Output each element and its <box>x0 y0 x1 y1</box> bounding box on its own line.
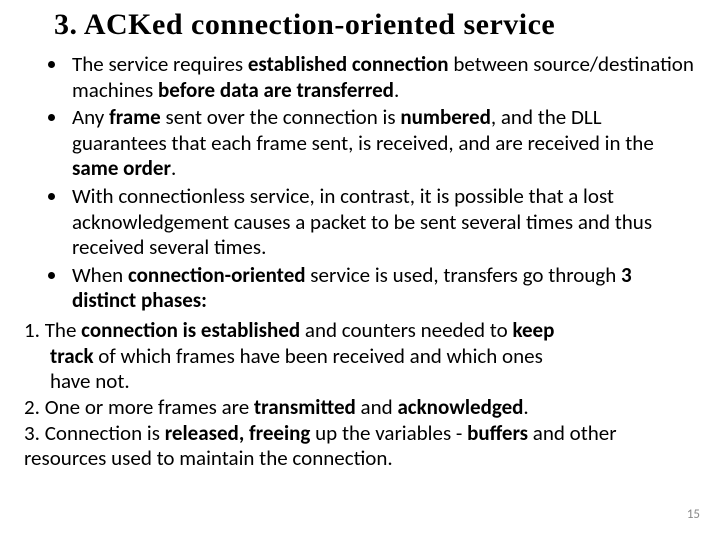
bullet-item: With connectionless service, in contrast… <box>68 184 700 263</box>
phase-list: 1. The connection is established and cou… <box>24 318 700 472</box>
bullet-item: The service requires established connect… <box>68 52 700 105</box>
phase-item: 2. One or more frames are transmitted an… <box>24 395 700 421</box>
phase-item: 3. Connection is released, freeing up th… <box>24 421 700 472</box>
bullet-list: The service requires established connect… <box>40 52 700 316</box>
phase-item: 1. The connection is established and cou… <box>24 318 700 395</box>
bullet-item: When connection-oriented service is used… <box>68 263 700 316</box>
page-number: 15 <box>687 507 700 522</box>
bullet-item: Any frame sent over the connection is nu… <box>68 105 700 184</box>
slide: 3. ACKed connection-oriented service The… <box>0 0 720 540</box>
slide-title: 3. ACKed connection-oriented service <box>54 8 700 42</box>
slide-body: The service requires established connect… <box>20 52 700 472</box>
